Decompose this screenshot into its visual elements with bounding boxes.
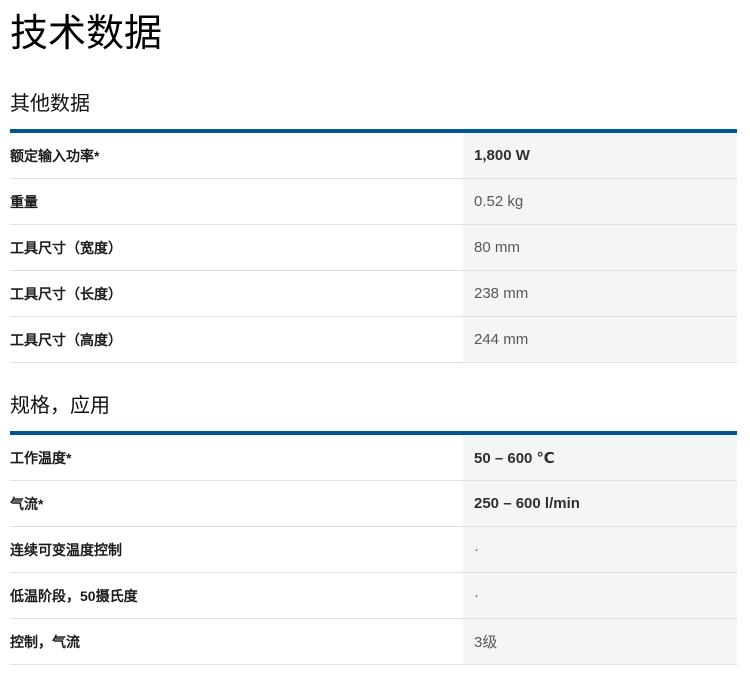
table-row: 控制，气流 3级 <box>10 619 737 665</box>
table-row: 工具尺寸（宽度） 80 mm <box>10 225 737 271</box>
section-heading-specs-application: 规格，应用 <box>10 395 737 418</box>
spec-value: 1,800 W <box>463 133 737 178</box>
spec-table-specs-application: 工作温度* 50 – 600 ℃ 气流* 250 – 600 l/min 连续可… <box>10 431 737 665</box>
table-row: 工作温度* 50 – 600 ℃ <box>10 435 737 481</box>
spec-label: 重量 <box>10 179 463 224</box>
spec-label: 低温阶段，50摄氏度 <box>10 573 463 618</box>
spec-label: 工具尺寸（宽度） <box>10 225 463 270</box>
table-row: 低温阶段，50摄氏度 · <box>10 573 737 619</box>
spec-label: 连续可变温度控制 <box>10 527 463 572</box>
spec-value: · <box>463 573 737 618</box>
table-row: 工具尺寸（长度） 238 mm <box>10 271 737 317</box>
spec-value: 244 mm <box>463 317 737 362</box>
spec-label: 工具尺寸（高度） <box>10 317 463 362</box>
spec-value: 80 mm <box>463 225 737 270</box>
spec-label: 气流* <box>10 481 463 526</box>
table-row: 气流* 250 – 600 l/min <box>10 481 737 527</box>
page-title: 技术数据 <box>10 12 737 56</box>
table-row: 重量 0.52 kg <box>10 179 737 225</box>
spec-value: 50 – 600 ℃ <box>463 435 737 480</box>
spec-label: 额定输入功率* <box>10 133 463 178</box>
spec-label: 工具尺寸（长度） <box>10 271 463 316</box>
spec-table-other-data: 额定输入功率* 1,800 W 重量 0.52 kg 工具尺寸（宽度） 80 m… <box>10 129 737 363</box>
spec-value: 238 mm <box>463 271 737 316</box>
table-row: 连续可变温度控制 · <box>10 527 737 573</box>
section-heading-other-data: 其他数据 <box>10 93 737 116</box>
spec-label: 控制，气流 <box>10 619 463 664</box>
table-row: 工具尺寸（高度） 244 mm <box>10 317 737 363</box>
section-other-data: 其他数据 额定输入功率* 1,800 W 重量 0.52 kg 工具尺寸（宽度）… <box>10 93 737 363</box>
spec-page: 技术数据 其他数据 额定输入功率* 1,800 W 重量 0.52 kg 工具尺… <box>0 12 750 665</box>
section-specs-application: 规格，应用 工作温度* 50 – 600 ℃ 气流* 250 – 600 l/m… <box>10 395 737 665</box>
spec-value: 250 – 600 l/min <box>463 481 737 526</box>
spec-value: 3级 <box>463 619 737 664</box>
spec-label: 工作温度* <box>10 435 463 480</box>
spec-value: 0.52 kg <box>463 179 737 224</box>
spec-value: · <box>463 527 737 572</box>
table-row: 额定输入功率* 1,800 W <box>10 133 737 179</box>
